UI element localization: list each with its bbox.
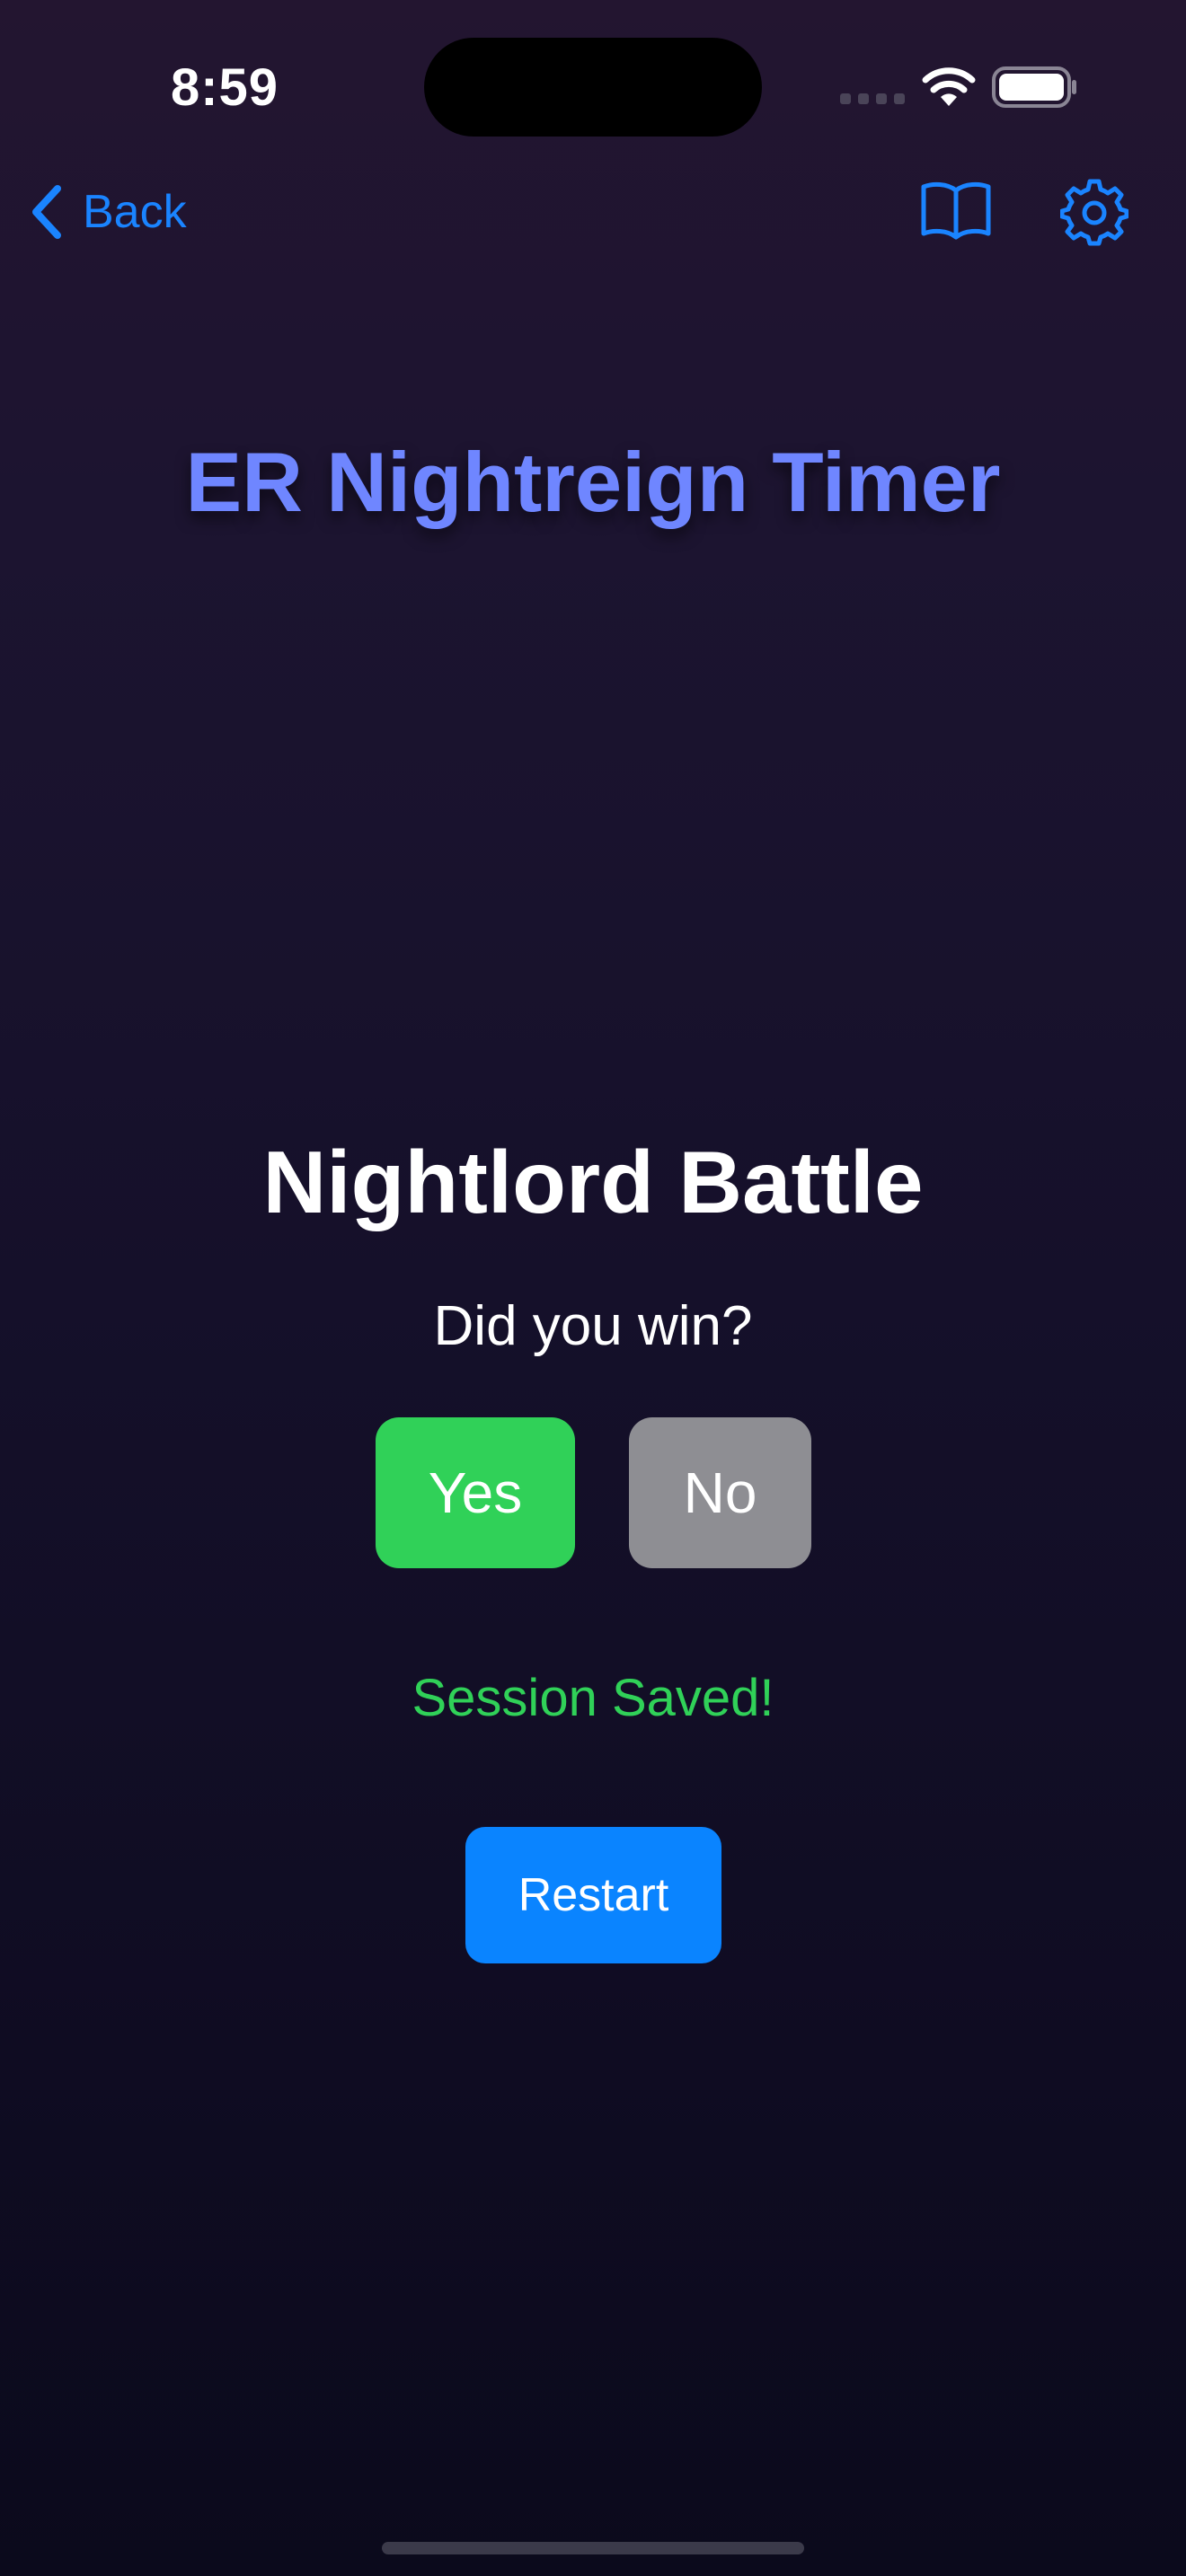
home-indicator[interactable]: [382, 2542, 804, 2554]
battle-heading: Nightlord Battle: [262, 1133, 924, 1231]
yes-button[interactable]: Yes: [376, 1417, 575, 1568]
no-button[interactable]: No: [629, 1417, 811, 1568]
win-question: Did you win?: [433, 1295, 753, 1357]
status-time: 8:59: [170, 58, 279, 117]
gear-icon[interactable]: [1060, 178, 1128, 246]
dynamic-island: [424, 38, 762, 137]
back-button[interactable]: Back: [27, 176, 187, 248]
cellular-signal-icon: [840, 93, 905, 104]
restart-button[interactable]: Restart: [465, 1827, 721, 1963]
wifi-icon: [922, 67, 976, 106]
battery-icon: [992, 66, 1076, 108]
app-title: ER Nightreign Timer: [185, 435, 1001, 529]
session-saved-message: Session Saved!: [412, 1669, 774, 1727]
book-icon[interactable]: [920, 178, 992, 241]
chevron-left-icon: [32, 185, 61, 239]
back-label: Back: [83, 186, 187, 238]
